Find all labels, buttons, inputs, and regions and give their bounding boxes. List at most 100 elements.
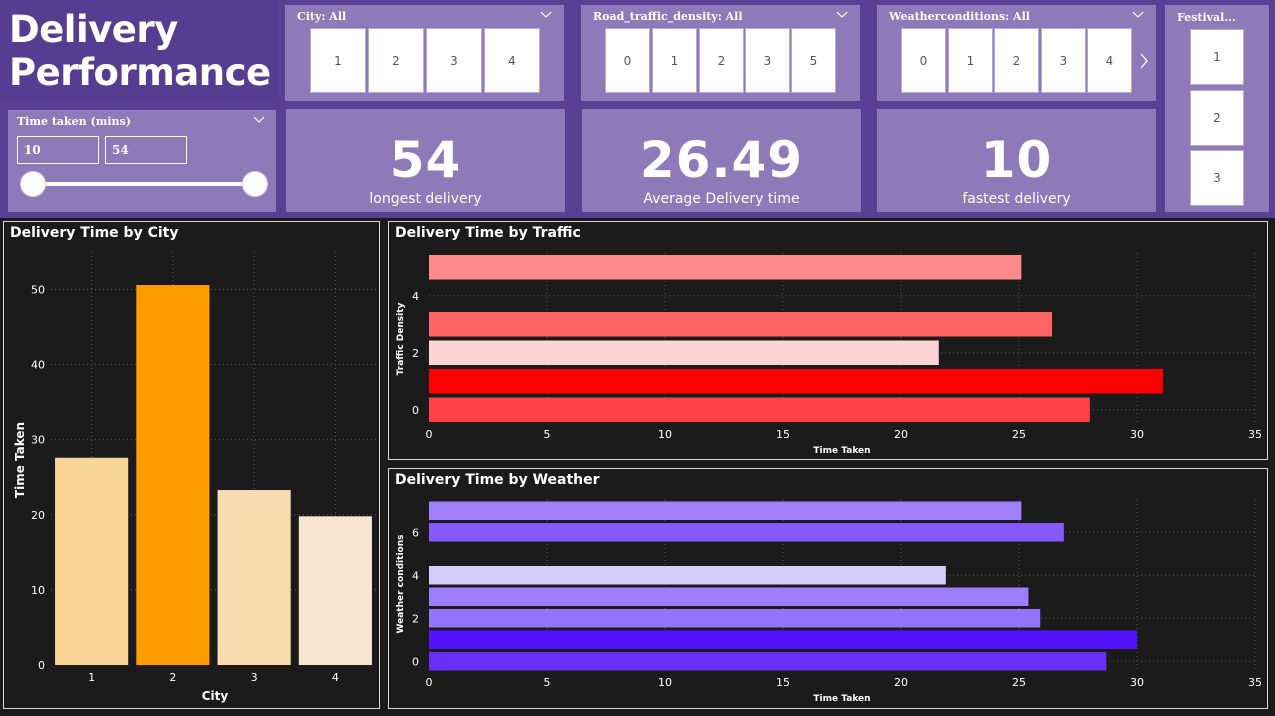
weather-y-tick-label: 6 — [412, 526, 419, 539]
kpi-longest-label: longest delivery — [369, 191, 482, 207]
chevron-down-icon[interactable] — [253, 115, 265, 125]
city-y-tick-label: 40 — [31, 359, 45, 372]
city-option-3[interactable]: 3 — [426, 28, 482, 93]
city-bar-1[interactable] — [55, 457, 129, 665]
traffic-y-axis-label: Traffic Density — [396, 302, 406, 375]
festival-slicer-title: Festival... — [1177, 11, 1236, 24]
city-option-4[interactable]: 4 — [484, 28, 540, 93]
weather-option-4[interactable]: 4 — [1087, 28, 1132, 93]
time-taken-slicer[interactable]: Time taken (mins) 10 54 — [8, 110, 276, 212]
city-slicer[interactable]: City: All 1 2 3 4 — [285, 5, 564, 101]
weather-x-tick-label: 20 — [894, 676, 908, 689]
time-slider-min-handle[interactable] — [20, 171, 46, 197]
weather-bar-2[interactable] — [429, 609, 1041, 628]
time-max-input[interactable]: 54 — [105, 136, 187, 164]
traffic-slicer-title: Road_traffic_density: All — [593, 10, 743, 23]
city-y-tick-label: 20 — [31, 509, 45, 522]
city-x-tick-label: 1 — [88, 671, 95, 684]
traffic-x-axis-label: Time Taken — [813, 446, 870, 456]
city-bar-chart: 0 10 20 30 40 50 1 2 3 4 City Time Taken — [13, 252, 376, 703]
traffic-y-tick-label: 4 — [412, 290, 419, 303]
weather-x-tick-label: 25 — [1012, 676, 1026, 689]
time-slider-max-handle[interactable] — [242, 171, 268, 197]
traffic-x-tick-label: 25 — [1012, 428, 1026, 441]
weather-option-0[interactable]: 0 — [901, 28, 946, 93]
traffic-bar-5[interactable] — [429, 254, 1022, 280]
time-min-input[interactable]: 10 — [17, 136, 99, 164]
traffic-x-tick-label: 10 — [658, 428, 672, 441]
weather-chart-card: Delivery Time by Weather 0 5 10 15 20 25 30 35 0… — [388, 468, 1268, 709]
city-bar-4[interactable] — [298, 516, 372, 665]
kpi-average-label: Average Delivery time — [643, 191, 800, 207]
weather-option-2[interactable]: 2 — [994, 28, 1039, 93]
kpi-fastest-value: 10 — [980, 131, 1053, 189]
weather-x-tick-label: 0 — [426, 676, 433, 689]
page-title: Delivery Performance — [9, 8, 271, 94]
chevron-down-icon[interactable] — [836, 10, 848, 20]
traffic-x-tick-label: 20 — [894, 428, 908, 441]
weather-slicer[interactable]: Weatherconditions: All 0 1 2 3 4 — [877, 5, 1156, 101]
weather-bar-4[interactable] — [429, 566, 946, 585]
festival-option-2[interactable]: 2 — [1190, 90, 1244, 146]
city-x-axis-label: City — [202, 689, 229, 703]
traffic-option-1[interactable]: 1 — [652, 28, 697, 93]
chevron-down-icon[interactable] — [540, 10, 552, 20]
weather-x-tick-label: 15 — [776, 676, 790, 689]
traffic-bar-1[interactable] — [429, 368, 1163, 394]
city-y-axis-label: Time Taken — [13, 422, 27, 498]
traffic-chart-card: Delivery Time by Traffic 0 5 10 15 20 25 30 35 0… — [388, 221, 1268, 460]
time-slider-track[interactable] — [34, 182, 256, 186]
weather-y-tick-label: 4 — [412, 569, 419, 582]
weather-x-tick-label: 30 — [1130, 676, 1144, 689]
city-chart-card: Delivery Time by City 0 10 20 30 40 50 1 2 3 4 Ci… — [3, 221, 380, 709]
traffic-x-tick-label: 0 — [426, 428, 433, 441]
festival-option-1[interactable]: 1 — [1190, 29, 1244, 85]
weather-bar-6[interactable] — [429, 523, 1064, 542]
city-y-tick-label: 0 — [38, 659, 45, 672]
traffic-option-2[interactable]: 2 — [699, 28, 744, 93]
city-x-tick-label: 3 — [251, 671, 258, 684]
city-option-2[interactable]: 2 — [368, 28, 424, 93]
weather-slicer-title: Weatherconditions: All — [889, 10, 1030, 23]
weather-y-tick-label: 0 — [412, 655, 419, 668]
weather-bar-1[interactable] — [429, 630, 1137, 649]
festival-slicer[interactable]: Festival... 1 2 3 — [1165, 5, 1269, 212]
kpi-longest-card: 54 longest delivery — [286, 109, 565, 212]
weather-bar-chart: 0 5 10 15 20 25 30 35 0 2 4 6 Time Taken Weather co… — [396, 500, 1262, 704]
weather-y-axis-label: Weather conditions — [396, 535, 406, 634]
traffic-x-tick-label: 35 — [1248, 428, 1262, 441]
weather-x-tick-label: 5 — [544, 676, 551, 689]
city-bar-3[interactable] — [217, 490, 291, 665]
weather-bar-3[interactable] — [429, 587, 1029, 606]
weather-bar-7[interactable] — [429, 501, 1022, 520]
city-y-tick-label: 50 — [31, 284, 45, 297]
kpi-longest-value: 54 — [389, 131, 462, 189]
weather-bar-0[interactable] — [429, 652, 1107, 671]
traffic-option-5[interactable]: 5 — [791, 28, 836, 93]
traffic-y-tick-label: 2 — [412, 347, 419, 360]
kpi-average-card: 26.49 Average Delivery time — [582, 109, 861, 212]
title-panel: Delivery Performance — [0, 0, 278, 102]
chevron-down-icon[interactable] — [1132, 10, 1144, 20]
city-x-tick-label: 2 — [169, 671, 176, 684]
traffic-bar-3[interactable] — [429, 311, 1053, 337]
traffic-x-tick-label: 15 — [776, 428, 790, 441]
time-taken-slicer-title: Time taken (mins) — [17, 115, 131, 128]
chevron-right-icon[interactable] — [1139, 53, 1149, 69]
city-y-tick-label: 10 — [31, 584, 45, 597]
city-bar-2[interactable] — [136, 285, 210, 665]
festival-option-3[interactable]: 3 — [1190, 150, 1244, 206]
traffic-bar-chart: 0 5 10 15 20 25 30 35 0 2 4 Time Taken Traffic Den… — [396, 253, 1262, 456]
weather-x-tick-label: 10 — [658, 676, 672, 689]
weather-x-axis-label: Time Taken — [813, 694, 870, 704]
traffic-option-3[interactable]: 3 — [745, 28, 790, 93]
traffic-bar-2[interactable] — [429, 340, 939, 366]
traffic-bar-0[interactable] — [429, 397, 1090, 423]
kpi-average-value: 26.49 — [639, 131, 804, 189]
weather-option-3[interactable]: 3 — [1041, 28, 1086, 93]
city-option-1[interactable]: 1 — [310, 28, 366, 93]
traffic-slicer[interactable]: Road_traffic_density: All 0 1 2 3 5 — [581, 5, 860, 101]
traffic-option-0[interactable]: 0 — [605, 28, 650, 93]
weather-option-1[interactable]: 1 — [948, 28, 993, 93]
traffic-x-tick-label: 5 — [544, 428, 551, 441]
